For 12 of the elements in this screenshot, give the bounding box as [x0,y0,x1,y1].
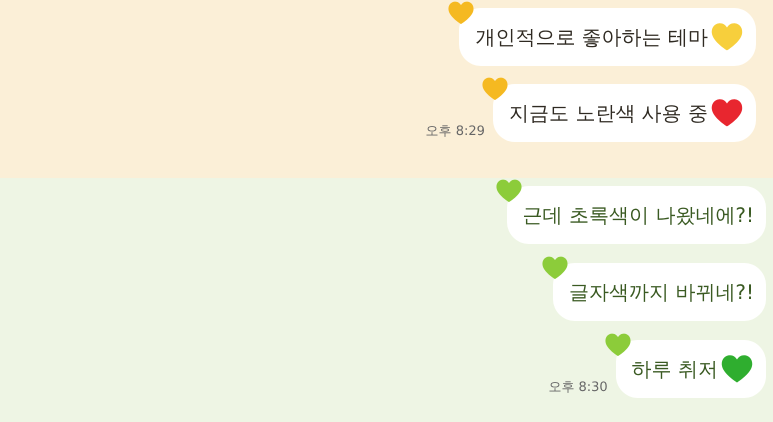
message-time: 오후 8:30 [548,379,608,396]
message-text: 글자색까지 바뀌네?! [569,278,754,306]
heart-icon [541,254,569,282]
heart-icon [480,75,509,103]
heart-icon [494,177,523,205]
message-time: 오후 8:29 [426,123,485,140]
heart-icon [604,331,632,359]
message-text: 근데 초록색이 나왔네에?! [522,202,754,228]
message-text: 지금도 노란색 사용 중 [508,100,708,126]
heart-icon [447,0,476,27]
message-text: 개인적으로 좋아하는 테마 [475,24,708,50]
message-text: 하루 취저 [632,356,718,382]
